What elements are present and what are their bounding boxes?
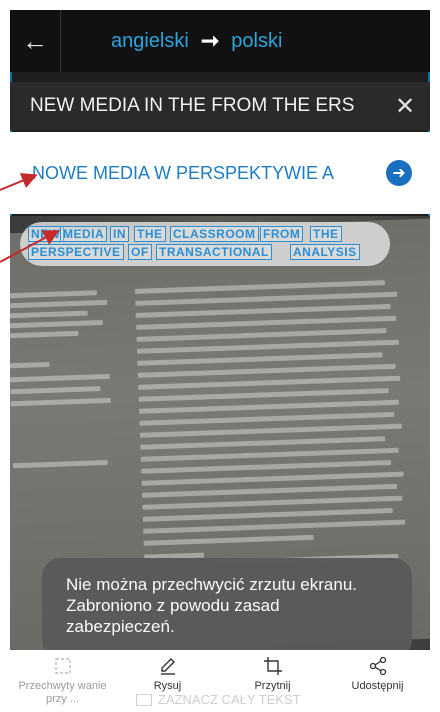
annotation-arrows <box>0 173 60 263</box>
annotation-arrow <box>0 173 38 191</box>
annotation-arrow <box>0 230 60 263</box>
